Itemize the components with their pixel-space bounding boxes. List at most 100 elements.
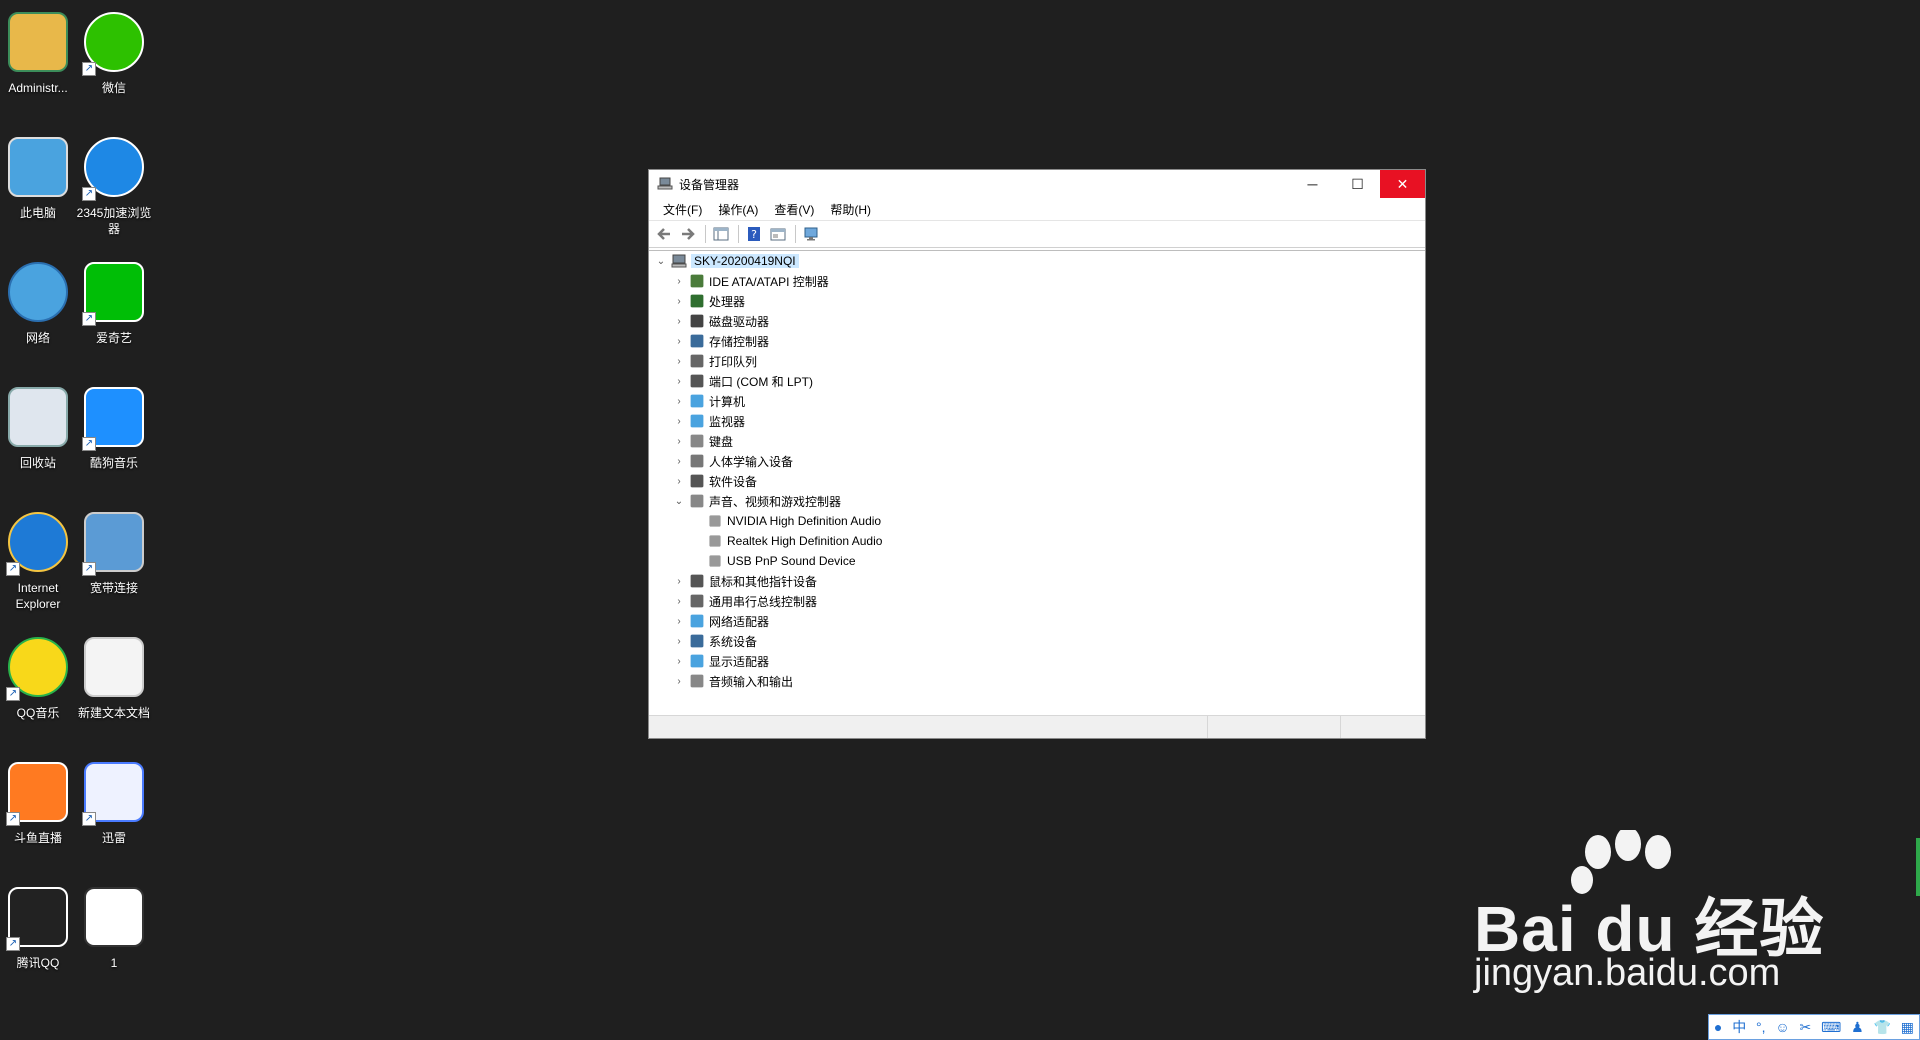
menu-action[interactable]: 操作(A) — [710, 201, 766, 218]
tree-device[interactable]: Realtek High Definition Audio — [649, 531, 1425, 551]
tree-category[interactable]: › 通用串行总线控制器 — [649, 591, 1425, 611]
chevron-right-icon[interactable]: › — [673, 315, 685, 327]
ime-language[interactable]: 中 — [1732, 1017, 1746, 1037]
desktop-icon[interactable]: ↗ 2345加速浏览器 — [72, 127, 156, 239]
chevron-right-icon[interactable]: › — [673, 575, 685, 587]
desktop-icon[interactable]: ↗ Internet Explorer — [0, 502, 80, 614]
tree-category-label: 显示适配器 — [709, 654, 770, 669]
computer-root-icon — [671, 254, 687, 268]
kugou-icon: ↗ — [82, 385, 146, 451]
desktop-icon[interactable]: ↗ 斗鱼直播 — [0, 752, 80, 864]
hid-icon — [690, 454, 704, 468]
show-hide-console-tree-button[interactable] — [710, 223, 732, 245]
chevron-down-icon[interactable]: ⌄ — [655, 255, 667, 267]
iqiyi-icon: ↗ — [82, 260, 146, 326]
menu-view[interactable]: 查看(V) — [766, 201, 822, 218]
tree-category[interactable]: › 监视器 — [649, 411, 1425, 431]
desktop-icon[interactable]: ↗ QQ音乐 — [0, 627, 80, 739]
desktop-icon[interactable]: Administr... — [0, 2, 80, 114]
tree-category[interactable]: › 计算机 — [649, 391, 1425, 411]
qqmusic-icon: ↗ — [6, 635, 70, 701]
desktop-icon-label: 微信 — [101, 81, 126, 95]
keyboard-icon[interactable]: ⌨ — [1821, 1019, 1841, 1036]
forward-button[interactable] — [677, 223, 699, 245]
tree-category[interactable]: › 键盘 — [649, 431, 1425, 451]
menu-help[interactable]: 帮助(H) — [822, 201, 879, 218]
desktop-icon[interactable]: ↗ 微信 — [72, 2, 156, 114]
desktop-icon[interactable]: 网络 — [0, 252, 80, 364]
tree-device-label: NVIDIA High Definition Audio — [727, 514, 882, 528]
tree-category-label: 磁盘驱动器 — [709, 314, 770, 329]
storage-controller-icon — [690, 334, 704, 348]
desktop-icon[interactable]: ↗ 腾讯QQ — [0, 877, 80, 989]
tree-category-label: 打印队列 — [709, 354, 758, 369]
desktop-icon[interactable]: 此电脑 — [0, 127, 80, 239]
tree-category[interactable]: › 系统设备 — [649, 631, 1425, 651]
desktop-icon[interactable]: 1 — [72, 877, 156, 989]
device-manager-icon — [657, 177, 673, 190]
desktop-icon[interactable]: 新建文本文档 — [72, 627, 156, 739]
emoji-icon[interactable]: ☺ — [1775, 1019, 1789, 1035]
grid-icon[interactable]: ▦ — [1901, 1019, 1914, 1036]
title-bar[interactable]: 设备管理器 ─ ☐ ✕ — [649, 170, 1425, 198]
chevron-right-icon[interactable]: › — [673, 435, 685, 447]
chevron-right-icon[interactable]: › — [673, 355, 685, 367]
skin-icon[interactable]: 👕 — [1873, 1019, 1890, 1036]
tree-category[interactable]: › 人体学输入设备 — [649, 451, 1425, 471]
scan-hardware-button[interactable] — [800, 223, 822, 245]
desktop-icon[interactable]: ↗ 宽带连接 — [72, 502, 156, 614]
tree-device[interactable]: NVIDIA High Definition Audio — [649, 511, 1425, 531]
chevron-right-icon[interactable]: › — [673, 455, 685, 467]
tree-category[interactable]: › 显示适配器 — [649, 651, 1425, 671]
tree-category-label: 鼠标和其他指针设备 — [709, 574, 818, 589]
user-icon[interactable]: ● — [1714, 1019, 1722, 1035]
root-label: SKY-20200419NQI — [691, 254, 799, 268]
help-button[interactable]: ? — [743, 223, 765, 245]
tree-category[interactable]: › 存储控制器 — [649, 331, 1425, 351]
chevron-right-icon[interactable]: › — [673, 335, 685, 347]
punctuation-icon[interactable]: °, — [1756, 1019, 1766, 1035]
desktop-icon[interactable]: ↗ 酷狗音乐 — [72, 377, 156, 489]
tree-category[interactable]: › 打印队列 — [649, 351, 1425, 371]
tree-device[interactable]: USB PnP Sound Device — [649, 551, 1425, 571]
person-icon[interactable]: ♟ — [1851, 1019, 1864, 1036]
chevron-right-icon[interactable]: › — [673, 375, 685, 387]
chevron-right-icon[interactable]: › — [673, 675, 685, 687]
shortcut-arrow-icon: ↗ — [82, 812, 96, 826]
chevron-right-icon[interactable]: › — [673, 635, 685, 647]
properties-button[interactable] — [767, 223, 789, 245]
this-pc-icon — [6, 135, 70, 199]
tree-category[interactable]: ⌄ 声音、视频和游戏控制器 — [649, 491, 1425, 511]
close-button[interactable]: ✕ — [1380, 170, 1425, 198]
chevron-right-icon[interactable]: › — [673, 595, 685, 607]
tree-category[interactable]: › IDE ATA/ATAPI 控制器 — [649, 271, 1425, 291]
chevron-down-icon[interactable]: ⌄ — [673, 495, 685, 507]
chevron-right-icon[interactable]: › — [673, 475, 685, 487]
tools-icon[interactable]: ✂ — [1799, 1019, 1811, 1036]
tree-category[interactable]: › 端口 (COM 和 LPT) — [649, 371, 1425, 391]
tree-device-label: USB PnP Sound Device — [727, 554, 856, 568]
tree-category[interactable]: › 鼠标和其他指针设备 — [649, 571, 1425, 591]
desktop-icon[interactable]: ↗ 迅雷 — [72, 752, 156, 864]
desktop-icon[interactable]: 回收站 — [0, 377, 80, 489]
chevron-right-icon[interactable]: › — [673, 615, 685, 627]
tree-category[interactable]: › 网络适配器 — [649, 611, 1425, 631]
tree-category-label: 声音、视频和游戏控制器 — [709, 494, 842, 509]
keyboard-icon — [690, 434, 704, 448]
tree-category[interactable]: › 软件设备 — [649, 471, 1425, 491]
maximize-button[interactable]: ☐ — [1335, 170, 1380, 198]
menu-file[interactable]: 文件(F) — [655, 201, 710, 218]
chevron-right-icon[interactable]: › — [673, 395, 685, 407]
chevron-right-icon[interactable]: › — [673, 415, 685, 427]
tree-category[interactable]: › 磁盘驱动器 — [649, 311, 1425, 331]
tree-category[interactable]: › 处理器 — [649, 291, 1425, 311]
desktop-icon-label: 酷狗音乐 — [89, 456, 138, 470]
chevron-right-icon[interactable]: › — [673, 655, 685, 667]
tree-category[interactable]: › 音频输入和输出 — [649, 671, 1425, 691]
back-button[interactable] — [653, 223, 675, 245]
minimize-button[interactable]: ─ — [1290, 170, 1335, 198]
desktop-icon[interactable]: ↗ 爱奇艺 — [72, 252, 156, 364]
tree-root[interactable]: ⌄ SKY-20200419NQI — [649, 251, 1425, 271]
chevron-right-icon[interactable]: › — [673, 295, 685, 307]
chevron-right-icon[interactable]: › — [673, 275, 685, 287]
